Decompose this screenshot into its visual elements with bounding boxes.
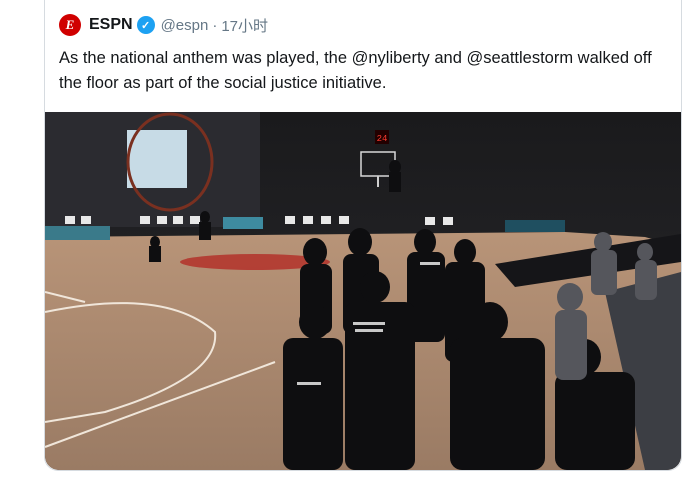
tweet-media-photo[interactable]: 24 xyxy=(45,112,681,470)
verified-badge-icon: ✓ xyxy=(136,16,155,34)
logo-letter: E xyxy=(65,17,75,32)
author-name[interactable]: ESPN xyxy=(89,16,133,34)
tweet-header: E ESPN ✓ @espn · 17小时 xyxy=(59,12,268,38)
espn-logo-icon[interactable]: E xyxy=(59,14,81,36)
tweet-timestamp[interactable]: 17小时 xyxy=(221,15,268,36)
shot-clock-value: 24 xyxy=(377,134,388,144)
tweet-card[interactable]: E ESPN ✓ @espn · 17小时 As the national an… xyxy=(44,0,682,471)
meta-separator: · xyxy=(212,16,218,34)
author-handle[interactable]: @espn xyxy=(161,17,209,34)
arena-photo: 24 xyxy=(45,112,681,470)
tweet-text: As the national anthem was played, the @… xyxy=(59,49,652,92)
video-screen xyxy=(127,130,187,188)
